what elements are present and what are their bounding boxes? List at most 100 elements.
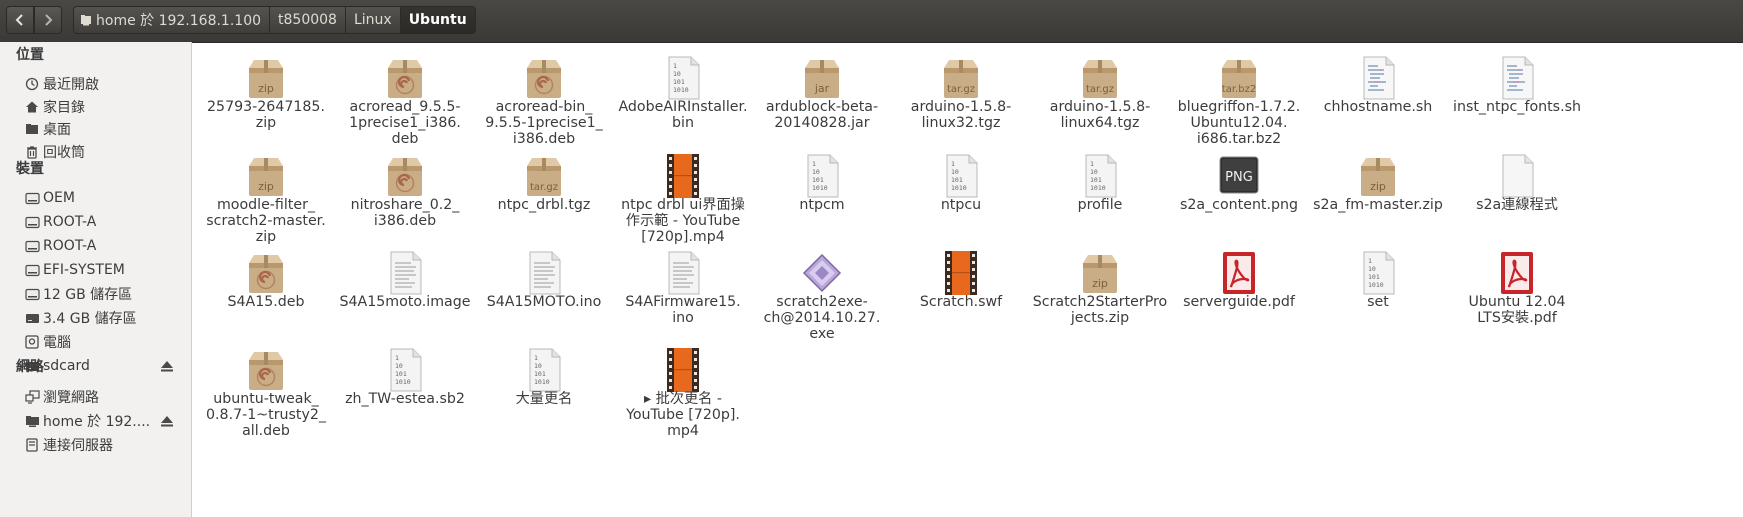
file-item[interactable]: zip s2a_fm-master.zip — [1304, 140, 1452, 244]
breadcrumb-home[interactable]: home 於 192.168.1.100 — [73, 6, 271, 34]
breadcrumb-item[interactable]: t850008 — [270, 6, 346, 34]
file-name: Scratch.swf — [919, 294, 1003, 310]
svg-text:1010: 1010 — [951, 184, 967, 192]
sidebar-item[interactable]: 最近開啟 — [24, 73, 184, 95]
file-item[interactable]: nitroshare_0.2_ i386.deb — [331, 140, 479, 244]
svg-text:101: 101 — [534, 370, 546, 378]
sidebar-item-label: 瀏覽網路 — [43, 390, 99, 406]
file-item[interactable]: Scratch.swf — [887, 237, 1035, 341]
file-item[interactable]: PNG s2a_content.png — [1165, 140, 1313, 244]
file-item[interactable]: S4A15moto.image — [331, 237, 479, 341]
video-file-icon — [937, 249, 985, 297]
svg-text:1: 1 — [395, 354, 399, 362]
file-item[interactable]: 1 10 101 1010 ntpcm — [748, 140, 896, 244]
svg-text:1: 1 — [812, 160, 816, 168]
file-item[interactable]: zip 25793-2647185. zip — [192, 42, 340, 146]
svg-text:tar.gz: tar.gz — [947, 84, 975, 95]
sidebar-item[interactable]: ROOT-A — [24, 235, 184, 257]
file-name: S4AFirmware15. ino — [625, 294, 741, 326]
file-item[interactable]: 1 10 101 1010 AdobeAIRInstaller. bin — [609, 42, 757, 146]
sidebar-item[interactable]: 瀏覽網路 — [24, 386, 184, 408]
sidebar-item[interactable]: 桌面 — [24, 118, 184, 140]
sidebar-item-label: ROOT-A — [43, 238, 97, 254]
sidebar-item[interactable]: 電腦 — [24, 331, 184, 353]
drive-icon — [24, 190, 40, 206]
file-item[interactable]: 1 10 101 1010 ntpcu — [887, 140, 1035, 244]
svg-text:101: 101 — [1090, 176, 1102, 184]
file-item[interactable]: tar.gz arduino-1.5.8- linux64.tgz — [1026, 42, 1174, 146]
breadcrumb-current[interactable]: Ubuntu — [400, 6, 476, 34]
server-icon — [24, 437, 40, 453]
script-file-icon — [1493, 54, 1541, 102]
sidebar-item[interactable]: 回收筒 — [24, 141, 184, 163]
file-item[interactable]: acroread_9.5.5- 1precise1_i386. deb — [331, 42, 479, 147]
sidebar-item-label: home 於 192.... — [43, 414, 151, 430]
breadcrumb-item[interactable]: Linux — [345, 6, 401, 34]
computer-icon — [24, 334, 40, 350]
file-item[interactable]: 1 10 101 1010 profile — [1026, 140, 1174, 244]
file-item[interactable]: 1 10 101 1010 set — [1304, 237, 1452, 341]
sidebar-item-label: ROOT-A — [43, 214, 97, 230]
network-folder-icon — [24, 413, 40, 429]
file-item[interactable]: tar.gz arduino-1.5.8- linux32.tgz — [887, 42, 1035, 146]
file-item[interactable]: zip Scratch2StarterPro jects.zip — [1026, 237, 1174, 341]
file-item[interactable]: scratch2exe- ch@2014.10.27. exe — [748, 237, 896, 342]
svg-text:1010: 1010 — [534, 378, 550, 386]
file-item[interactable]: chhostname.sh — [1304, 42, 1452, 146]
eject-icon[interactable] — [160, 414, 174, 428]
file-item[interactable]: tar.gz ntpc_drbl.tgz — [470, 140, 618, 244]
sidebar-item[interactable]: home 於 192.... — [24, 410, 184, 432]
svg-text:zip: zip — [1370, 180, 1386, 193]
file-item[interactable]: s2a連線程式 — [1443, 140, 1591, 244]
file-item[interactable]: S4A15MOTO.ino — [470, 237, 618, 341]
file-item[interactable]: acroread-bin_ 9.5.5-1precise1_ i386.deb — [470, 42, 618, 147]
sidebar-item[interactable]: 家目錄 — [24, 96, 184, 118]
file-name: Scratch2StarterPro jects.zip — [1032, 294, 1168, 326]
svg-text:1: 1 — [951, 160, 955, 168]
breadcrumb: home 於 192.168.1.100 t850008 Linux Ubunt… — [73, 6, 476, 34]
file-item[interactable]: jar ardublock-beta- 20140828.jar — [748, 42, 896, 146]
file-item[interactable]: ntpc drbl ui界面操 作示範 - YouTube [720p].mp4 — [609, 140, 757, 245]
sidebar-item[interactable]: 12 GB 儲存區 — [24, 283, 184, 305]
sidebar-item-label: OEM — [43, 190, 75, 206]
drive-icon — [24, 214, 40, 230]
file-item[interactable]: 1 10 101 1010 大量更名 — [470, 334, 618, 438]
svg-text:1010: 1010 — [1090, 184, 1106, 192]
svg-text:1: 1 — [1368, 257, 1372, 265]
file-item[interactable]: S4AFirmware15. ino — [609, 237, 757, 341]
file-item[interactable]: ▸ 批次更名 - YouTube [720p]. mp4 — [609, 334, 757, 439]
svg-text:1010: 1010 — [812, 184, 828, 192]
sidebar-item[interactable]: EFI-SYSTEM — [24, 259, 184, 281]
sidebar-item[interactable]: sdcard — [24, 355, 184, 377]
blank-file-icon — [1493, 152, 1541, 200]
file-item[interactable]: 1 10 101 1010 zh_TW-estea.sb2 — [331, 334, 479, 438]
file-item[interactable]: serverguide.pdf — [1165, 237, 1313, 341]
back-button[interactable] — [6, 6, 34, 34]
archive-file-icon: tar.gz — [937, 54, 985, 102]
chevron-right-icon — [45, 14, 53, 26]
file-item[interactable]: zip moodle-filter_ scratch2-master. zip — [192, 140, 340, 245]
file-item[interactable]: inst_ntpc_fonts.sh — [1443, 42, 1591, 146]
text-file-icon — [659, 249, 707, 297]
archive-file-icon: zip — [242, 152, 290, 200]
sidebar-item[interactable]: 3.4 GB 儲存區 — [24, 307, 184, 329]
drive-icon — [24, 286, 40, 302]
sidebar-item[interactable]: ROOT-A — [24, 211, 184, 233]
file-item[interactable]: tar.bz2 bluegriffon-1.7.2. Ubuntu12.04. … — [1165, 42, 1313, 147]
video-file-icon — [659, 152, 707, 200]
forward-button[interactable] — [34, 6, 62, 34]
sidebar-item[interactable]: 連接伺服器 — [24, 434, 184, 456]
svg-text:1: 1 — [673, 62, 677, 70]
binary-file-icon: 1 10 101 1010 — [798, 152, 846, 200]
file-name: nitroshare_0.2_ i386.deb — [350, 197, 460, 229]
svg-text:10: 10 — [1368, 265, 1376, 273]
svg-text:zip: zip — [258, 180, 274, 193]
file-item[interactable]: Ubuntu 12.04 LTS安裝.pdf — [1443, 237, 1591, 341]
file-item[interactable]: S4A15.deb — [192, 237, 340, 341]
file-item[interactable]: ubuntu-tweak_ 0.8.7-1~trusty2_ all.deb — [192, 334, 340, 439]
eject-icon[interactable] — [160, 359, 174, 373]
file-name: ntpcm — [799, 197, 845, 213]
sidebar-item[interactable]: OEM — [24, 187, 184, 209]
file-name: S4A15moto.image — [339, 294, 471, 310]
sidebar-item-label: 3.4 GB 儲存區 — [43, 311, 137, 327]
